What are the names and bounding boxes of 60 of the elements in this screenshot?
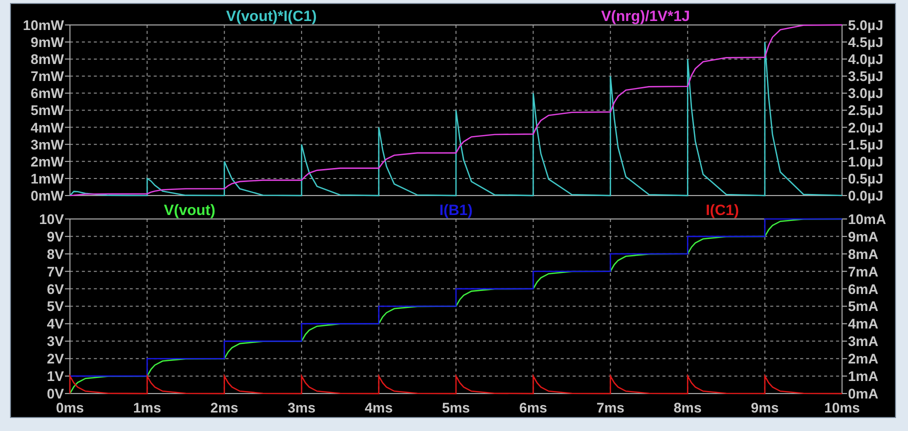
axis-label: 3.0µJ xyxy=(848,85,884,102)
axis-label: 0ms xyxy=(56,399,84,415)
axis-label: 4V xyxy=(46,315,64,332)
axis-label: 3V xyxy=(46,332,64,349)
axis-label: 1.5µJ xyxy=(848,136,884,152)
axis-label: 0mA xyxy=(848,385,878,402)
axis-label: 0.5µJ xyxy=(848,170,884,186)
axis-label: 3ms xyxy=(288,399,316,415)
axis-label: 5mW xyxy=(30,102,64,118)
axis-label: 7V xyxy=(46,262,64,279)
axis-label: 2.5µJ xyxy=(848,102,884,118)
trace-label: V(vout)*I(C1) xyxy=(226,8,317,25)
axis-label: 6mW xyxy=(30,85,64,102)
axis-label: 3mA xyxy=(848,332,878,349)
axis-label: 1ms xyxy=(133,399,162,415)
axis-label: 2V xyxy=(46,350,64,366)
axis-label: 6ms xyxy=(519,399,548,415)
axis-label: 2.0µJ xyxy=(848,119,884,136)
axis-label: 8V xyxy=(46,245,64,262)
axis-label: 1.0µJ xyxy=(848,153,884,170)
axis-label: 8mA xyxy=(848,245,878,262)
axis-label: 4mW xyxy=(30,119,64,136)
axis-label: 4mA xyxy=(848,315,878,332)
trace-label: I(B1) xyxy=(439,204,473,218)
axis-label: 2ms xyxy=(210,399,238,415)
axis-label: 10mA xyxy=(848,210,886,226)
axis-label: 9mW xyxy=(30,34,64,50)
axis-label: 8mW xyxy=(30,51,64,68)
axis-label: 9mA xyxy=(848,228,878,244)
axis-label: 5V xyxy=(46,298,64,314)
axis-label: 4ms xyxy=(364,399,393,415)
axis-label: 0.0µJ xyxy=(848,188,884,204)
trace-label: I(C1) xyxy=(706,204,739,218)
axis-label: 6V xyxy=(46,280,64,296)
axis-label: 1V xyxy=(46,368,64,384)
axis-label: 6mA xyxy=(848,280,878,296)
axis-label: 9ms xyxy=(750,399,779,415)
axis-label: 8ms xyxy=(674,399,702,415)
axis-label: 7mW xyxy=(30,68,64,84)
axis-label: 10ms xyxy=(824,399,860,415)
axis-label: 5.0µJ xyxy=(848,16,884,33)
axis-label: 5ms xyxy=(442,399,470,415)
axis-label: 4.0µJ xyxy=(848,51,884,68)
axis-label: 1mA xyxy=(848,368,878,384)
axis-label: 0mW xyxy=(30,188,64,204)
axis-label: 3.5µJ xyxy=(848,68,884,84)
axis-label: 9V xyxy=(46,228,64,244)
axis-label: 1mW xyxy=(30,170,64,186)
axis-label: 4.5µJ xyxy=(848,34,884,50)
axis-label: 10V xyxy=(39,210,64,226)
axis-label: 7mA xyxy=(848,262,878,279)
axis-label: 7ms xyxy=(596,399,624,415)
axis-label: 3mW xyxy=(30,136,64,152)
axis-label: 10mW xyxy=(22,16,64,33)
axis-label: 2mW xyxy=(30,153,64,170)
axis-label: 2mA xyxy=(848,350,878,366)
trace-label: V(nrg)/1V*1J xyxy=(601,8,690,25)
axis-label: 5mA xyxy=(848,298,878,314)
trace-label: V(vout) xyxy=(164,204,216,218)
axis-label: 0V xyxy=(46,385,64,402)
